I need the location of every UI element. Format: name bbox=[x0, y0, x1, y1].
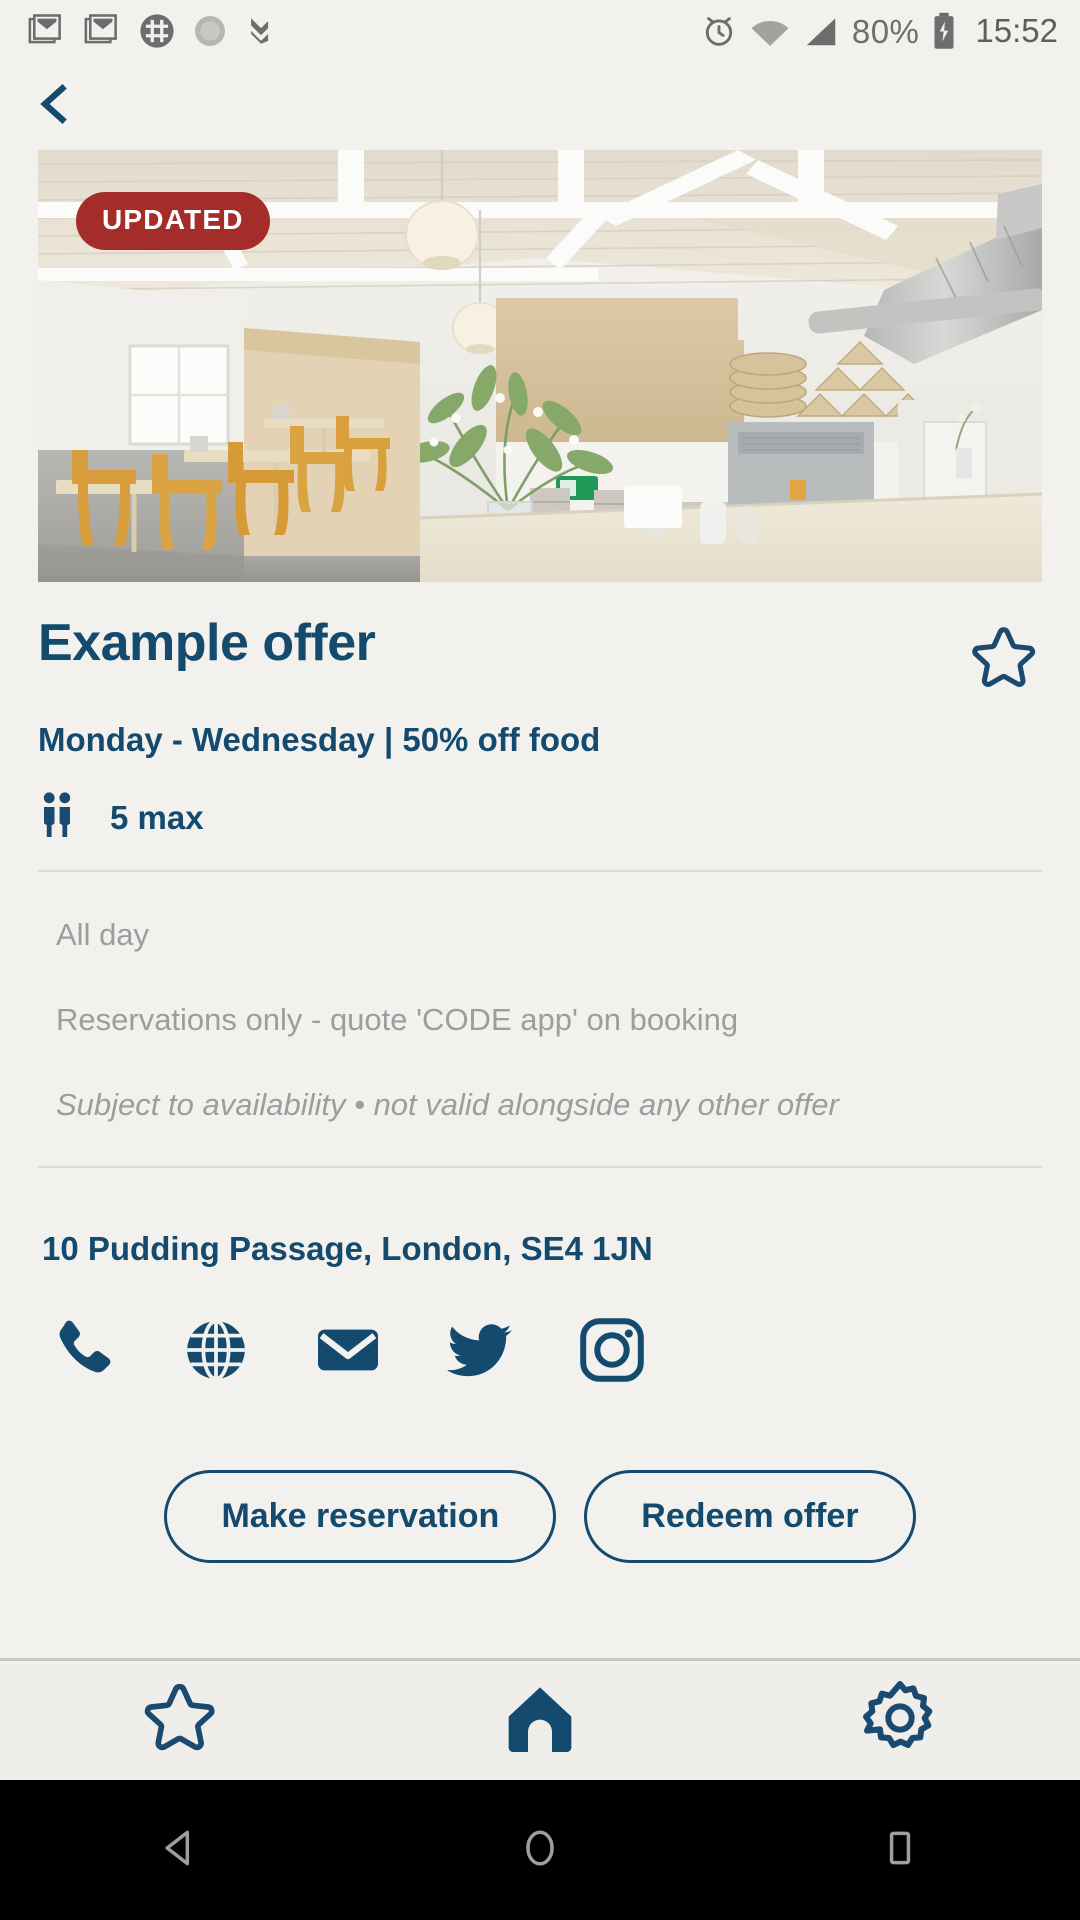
android-recents-button[interactable] bbox=[840, 1780, 960, 1920]
hero-image-wrapper: UPDATED bbox=[38, 150, 1042, 582]
todoist-icon bbox=[244, 13, 278, 49]
home-circle-icon bbox=[518, 1826, 562, 1875]
app-screen: 80% 15:52 UPDATED Example offer Monday -… bbox=[0, 0, 1080, 1920]
gear-outline-icon bbox=[858, 1678, 942, 1763]
slack-icon bbox=[138, 12, 176, 50]
android-back-button[interactable] bbox=[120, 1780, 240, 1920]
favourite-button[interactable] bbox=[966, 622, 1042, 699]
status-bar-right-icons: 80% 15:52 bbox=[700, 12, 1058, 50]
wifi-icon bbox=[750, 14, 790, 48]
phone-icon[interactable] bbox=[48, 1314, 120, 1386]
page-title: Example offer bbox=[38, 614, 376, 672]
chevron-left-icon bbox=[33, 80, 77, 133]
offer-title-row: Example offer bbox=[38, 582, 1042, 699]
capacity-row: 5 max bbox=[38, 791, 1042, 870]
status-bar-left-icons bbox=[26, 12, 278, 50]
twitter-icon[interactable] bbox=[444, 1314, 516, 1386]
top-nav-bar bbox=[0, 62, 1080, 150]
battery-charging-icon bbox=[931, 12, 957, 50]
redeem-offer-button[interactable]: Redeem offer bbox=[584, 1470, 916, 1564]
alarm-icon bbox=[700, 12, 738, 50]
signal-icon bbox=[802, 14, 840, 48]
instagram-icon[interactable] bbox=[576, 1314, 648, 1386]
tab-settings[interactable] bbox=[720, 1678, 1080, 1763]
capacity-text: 5 max bbox=[110, 798, 204, 836]
email-icon[interactable] bbox=[312, 1314, 384, 1386]
offer-terms: All day Reservations only - quote 'CODE … bbox=[38, 872, 1042, 1166]
venue-contact-links bbox=[38, 1268, 1042, 1386]
offer-actions: Make reservation Redeem offer bbox=[38, 1386, 1042, 1564]
status-bar: 80% 15:52 bbox=[0, 0, 1080, 62]
updated-badge: UPDATED bbox=[76, 192, 270, 250]
back-button[interactable] bbox=[26, 77, 84, 135]
gmail-icon bbox=[26, 12, 66, 50]
status-bar-clock: 15:52 bbox=[975, 12, 1058, 49]
circle-icon bbox=[192, 13, 228, 49]
home-filled-icon bbox=[498, 1678, 582, 1763]
android-home-button[interactable] bbox=[480, 1780, 600, 1920]
star-outline-icon bbox=[138, 1678, 222, 1763]
term-line: Reservations only - quote 'CODE app' on … bbox=[56, 1001, 739, 1037]
term-line: All day bbox=[56, 917, 150, 952]
venue-photo: UPDATED bbox=[38, 150, 1042, 582]
people-icon bbox=[38, 791, 78, 844]
offer-subtitle: Monday - Wednesday | 50% off food bbox=[38, 721, 601, 758]
globe-icon[interactable] bbox=[180, 1314, 252, 1386]
back-triangle-icon bbox=[158, 1826, 202, 1875]
bottom-tab-bar bbox=[0, 1658, 1080, 1780]
tab-favourites[interactable] bbox=[0, 1678, 360, 1763]
battery-level-text: 80% bbox=[851, 12, 920, 50]
venue-address: 10 Pudding Passage, London, SE4 1JN bbox=[42, 1230, 653, 1268]
android-navigation-bar bbox=[0, 1780, 1080, 1920]
term-line: Subject to availability • not valid alon… bbox=[56, 1086, 839, 1122]
offer-details: Example offer Monday - Wednesday | 50% o… bbox=[0, 582, 1080, 1564]
recents-square-icon bbox=[878, 1826, 922, 1875]
star-outline-icon bbox=[966, 627, 1042, 698]
tab-home[interactable] bbox=[360, 1678, 720, 1763]
gmail-icon bbox=[82, 12, 122, 50]
make-reservation-button[interactable]: Make reservation bbox=[164, 1470, 557, 1564]
